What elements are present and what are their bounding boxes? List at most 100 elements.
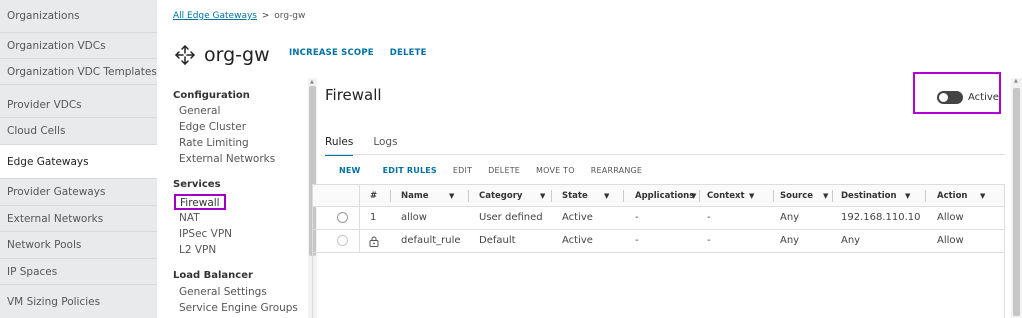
column-divider (359, 207, 360, 229)
filter-icon[interactable]: ▼ (604, 185, 609, 207)
column-divider (699, 190, 700, 202)
rules-toolbar: NEW EDIT RULES EDIT DELETE MOVE TO REARR… (325, 166, 664, 175)
cell-context: - (707, 235, 711, 246)
nav-organization-vdcs[interactable]: Organization VDCs (0, 33, 157, 59)
tab-logs[interactable]: Logs (373, 133, 397, 156)
column-header-number: # (370, 191, 378, 201)
lock-icon (369, 236, 379, 247)
scroll-up-arrow-icon[interactable]: ▲ (1014, 78, 1018, 84)
active-toggle-label: Active (968, 92, 999, 103)
nav-external-networks[interactable]: External Networks (0, 206, 157, 232)
section-heading-configuration: Configuration (173, 90, 250, 101)
table-row[interactable]: 1 allow User defined Active - - Any 192.… (313, 207, 1004, 230)
link-firewall[interactable]: Firewall (174, 194, 226, 210)
link-general[interactable]: General (179, 105, 220, 117)
left-navigation: Organizations Organization VDCs Organiza… (0, 0, 157, 318)
table-row[interactable]: default_rule Default Active - - Any Any … (313, 230, 1004, 253)
column-header-name: Name (401, 191, 429, 201)
rearrange-button[interactable]: REARRANGE (591, 166, 642, 175)
nav-organization-vdc-templates[interactable]: Organization VDC Templates (0, 59, 157, 85)
column-divider (925, 190, 926, 202)
scrollbar-thumb[interactable] (1013, 88, 1020, 316)
row-select-radio[interactable] (337, 212, 348, 223)
cell-action: Allow (937, 235, 964, 246)
column-divider (832, 190, 833, 202)
table-header-row: # Name ▼ Category ▼ State ▼ Applications… (313, 185, 1004, 207)
nav-provider-vdcs[interactable]: Provider VDCs (0, 85, 157, 118)
nav-cloud-cells[interactable]: Cloud Cells (0, 118, 157, 145)
cell-applications: - (635, 235, 639, 246)
section-heading-services: Services (173, 179, 221, 190)
link-rate-limiting[interactable]: Rate Limiting (179, 137, 249, 149)
page-title: org-gw (204, 44, 270, 66)
new-rule-button[interactable]: NEW (339, 166, 361, 175)
nav-vm-sizing-policies[interactable]: VM Sizing Policies (0, 285, 157, 317)
filter-icon[interactable]: ▼ (449, 185, 454, 207)
delete-rule-button[interactable]: DELETE (488, 166, 520, 175)
cell-state: Active (562, 212, 593, 223)
cell-source: Any (780, 235, 800, 246)
column-divider (623, 190, 624, 202)
breadcrumb-current: org-gw (274, 11, 306, 21)
link-external-networks[interactable]: External Networks (179, 153, 275, 165)
cell-name: default_rule (401, 235, 461, 246)
move-to-button[interactable]: MOVE TO (536, 166, 575, 175)
header-actions: INCREASE SCOPE DELETE (289, 48, 427, 58)
nav-ip-spaces[interactable]: IP Spaces (0, 259, 157, 285)
cell-destination: 192.168.110.10 (841, 212, 921, 223)
nav-edge-gateways[interactable]: Edge Gateways (0, 145, 157, 179)
edit-button[interactable]: EDIT (453, 166, 472, 175)
filter-icon[interactable]: ▼ (691, 185, 696, 207)
column-divider (551, 190, 552, 202)
cell-number: 1 (370, 212, 377, 223)
column-header-category: Category (479, 191, 523, 201)
link-service-engine-groups[interactable]: Service Engine Groups (179, 302, 298, 314)
row-select-radio[interactable] (337, 235, 348, 246)
column-header-applications: Applications (635, 191, 695, 201)
column-header-action: Action (937, 191, 968, 201)
cell-name: allow (401, 212, 427, 223)
filter-icon[interactable]: ▼ (905, 185, 910, 207)
link-nat[interactable]: NAT (179, 212, 200, 224)
tab-bar: Rules Logs (325, 133, 418, 156)
nav-network-pools[interactable]: Network Pools (0, 232, 157, 259)
edge-gateway-icon (175, 45, 195, 65)
active-toggle[interactable] (937, 91, 963, 104)
column-divider (390, 190, 391, 202)
nav-provider-gateways[interactable]: Provider Gateways (0, 179, 157, 206)
section-heading-load-balancer: Load Balancer (173, 270, 253, 281)
column-divider (359, 185, 360, 206)
cell-action: Allow (937, 212, 964, 223)
column-header-state: State (562, 191, 588, 201)
filter-icon[interactable]: ▼ (823, 185, 828, 207)
increase-scope-button[interactable]: INCREASE SCOPE (289, 48, 374, 58)
nav-organizations[interactable]: Organizations (0, 0, 157, 33)
cell-context: - (707, 212, 711, 223)
breadcrumb: All Edge Gateways > org-gw (173, 11, 305, 21)
breadcrumb-separator: > (261, 11, 270, 21)
breadcrumb-link-all-edge-gateways[interactable]: All Edge Gateways (173, 11, 257, 21)
tab-rules[interactable]: Rules (325, 133, 354, 156)
cell-applications: - (635, 212, 639, 223)
cell-category: Default (479, 235, 516, 246)
column-divider (359, 230, 360, 252)
link-l2-vpn[interactable]: L2 VPN (179, 244, 216, 256)
page-header: org-gw (173, 40, 270, 70)
section-title: Firewall (325, 86, 382, 104)
filter-icon[interactable]: ▼ (980, 185, 985, 207)
cell-source: Any (780, 212, 800, 223)
link-edge-cluster[interactable]: Edge Cluster (179, 121, 246, 133)
delete-gateway-button[interactable]: DELETE (390, 48, 427, 58)
link-general-settings[interactable]: General Settings (179, 286, 267, 298)
filter-icon[interactable]: ▼ (540, 185, 545, 207)
tab-divider (325, 154, 1005, 155)
edit-rules-button[interactable]: EDIT RULES (383, 166, 437, 175)
column-divider (773, 190, 774, 202)
main-scrollbar[interactable]: ▲ (1011, 78, 1022, 318)
scroll-up-arrow-icon[interactable]: ▲ (310, 79, 314, 85)
filter-icon[interactable]: ▼ (749, 185, 754, 207)
link-ipsec-vpn[interactable]: IPSec VPN (179, 228, 232, 240)
firewall-rules-table: # Name ▼ Category ▼ State ▼ Applications… (312, 184, 1005, 318)
cell-state: Active (562, 235, 593, 246)
column-header-context: Context (707, 191, 745, 201)
